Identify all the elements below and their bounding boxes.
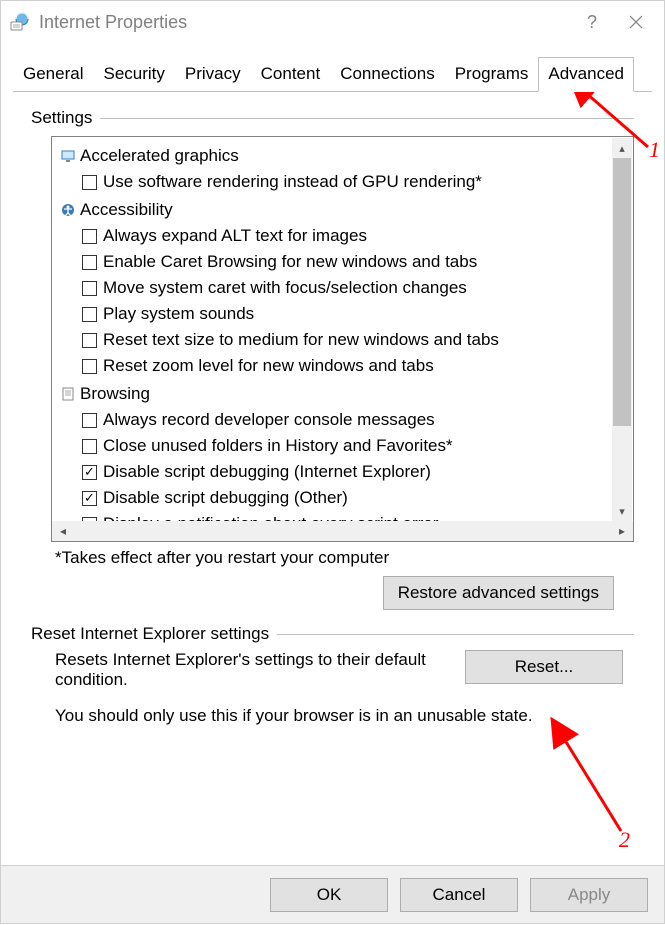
settings-item-label: Always expand ALT text for images	[103, 226, 367, 246]
apply-button[interactable]: Apply	[530, 878, 648, 912]
settings-item[interactable]: Disable script debugging (Internet Explo…	[60, 459, 633, 485]
restore-advanced-button[interactable]: Restore advanced settings	[383, 576, 614, 610]
page-icon	[60, 386, 76, 402]
internet-properties-dialog: Internet Properties ? General Security P…	[0, 0, 665, 924]
settings-label: Settings	[31, 108, 100, 128]
annotation-label-1: 1	[649, 137, 660, 163]
tab-programs[interactable]: Programs	[445, 57, 539, 91]
settings-item[interactable]: Move system caret with focus/selection c…	[60, 275, 633, 301]
settings-group-header[interactable]: Accelerated graphics	[60, 143, 633, 169]
settings-group: Browsing Always record developer console …	[60, 381, 633, 521]
checkbox[interactable]	[82, 229, 97, 244]
tab-privacy[interactable]: Privacy	[175, 57, 251, 91]
monitor-icon	[60, 148, 76, 164]
settings-item-label: Move system caret with focus/selection c…	[103, 278, 467, 298]
tab-content[interactable]: Content	[251, 57, 331, 91]
checkbox[interactable]	[82, 333, 97, 348]
settings-group: Accelerated graphics Use software renderi…	[60, 143, 633, 195]
settings-item-label: Enable Caret Browsing for new windows an…	[103, 252, 477, 272]
scroll-left-icon[interactable]: ◂	[52, 524, 74, 538]
checkbox[interactable]	[82, 413, 97, 428]
horizontal-scrollbar[interactable]: ◂ ▸	[52, 521, 633, 541]
checkbox[interactable]	[82, 175, 97, 190]
checkbox[interactable]	[82, 281, 97, 296]
checkbox[interactable]	[82, 255, 97, 270]
settings-item-label: Reset zoom level for new windows and tab…	[103, 356, 434, 376]
tab-security[interactable]: Security	[93, 57, 174, 91]
reset-description: Resets Internet Explorer's settings to t…	[55, 650, 445, 690]
settings-item[interactable]: Close unused folders in History and Favo…	[60, 433, 633, 459]
tab-content-advanced: Settings Accelerated graphics Use softwar…	[13, 92, 652, 738]
settings-item[interactable]: Reset zoom level for new windows and tab…	[60, 353, 633, 379]
settings-item[interactable]: Display a notification about every scrip…	[60, 511, 633, 521]
checkbox[interactable]	[82, 465, 97, 480]
settings-item[interactable]: Play system sounds	[60, 301, 633, 327]
reset-warning: You should only use this if your browser…	[55, 706, 634, 726]
settings-item-label: Play system sounds	[103, 304, 254, 324]
settings-item[interactable]: Reset text size to medium for new window…	[60, 327, 633, 353]
scroll-right-icon[interactable]: ▸	[611, 524, 633, 538]
reset-section-label: Reset Internet Explorer settings	[31, 624, 277, 644]
tab-general[interactable]: General	[13, 57, 93, 91]
scroll-up-icon[interactable]: ▴	[612, 138, 632, 158]
settings-item-label: Reset text size to medium for new window…	[103, 330, 499, 350]
reset-button[interactable]: Reset...	[465, 650, 623, 684]
checkbox[interactable]	[82, 517, 97, 522]
close-button[interactable]	[614, 7, 658, 37]
divider	[100, 118, 634, 119]
settings-item-label: Close unused folders in History and Favo…	[103, 436, 453, 456]
help-button[interactable]: ?	[570, 7, 614, 37]
tab-advanced[interactable]: Advanced	[538, 57, 634, 92]
reset-fieldset: Reset Internet Explorer settings Resets …	[31, 624, 634, 726]
settings-group-label: Accessibility	[80, 200, 173, 220]
settings-item[interactable]: Always record developer console messages	[60, 407, 633, 433]
settings-item[interactable]: Always expand ALT text for images	[60, 223, 633, 249]
ok-button[interactable]: OK	[270, 878, 388, 912]
settings-group-header[interactable]: Accessibility	[60, 197, 633, 223]
settings-item-label: Use software rendering instead of GPU re…	[103, 172, 482, 192]
cancel-button[interactable]: Cancel	[400, 878, 518, 912]
settings-tree[interactable]: Accelerated graphics Use software renderi…	[51, 136, 634, 542]
settings-group-label: Browsing	[80, 384, 150, 404]
ie-options-icon	[9, 11, 31, 33]
settings-item-label: Disable script debugging (Other)	[103, 488, 348, 508]
tab-connections[interactable]: Connections	[330, 57, 445, 91]
dialog-button-bar: OK Cancel Apply	[1, 865, 664, 923]
divider	[277, 634, 634, 635]
settings-group: Accessibility Always expand ALT text for …	[60, 197, 633, 379]
tab-strip: General Security Privacy Content Connect…	[13, 57, 652, 92]
window-title: Internet Properties	[39, 12, 187, 33]
settings-item-label: Disable script debugging (Internet Explo…	[103, 462, 431, 482]
annotation-label-2: 2	[619, 827, 630, 853]
settings-item[interactable]: Disable script debugging (Other)	[60, 485, 633, 511]
restart-note: *Takes effect after you restart your com…	[55, 548, 634, 568]
settings-item-label: Always record developer console messages	[103, 410, 435, 430]
settings-item-label: Display a notification about every scrip…	[103, 514, 438, 521]
settings-item[interactable]: Enable Caret Browsing for new windows an…	[60, 249, 633, 275]
settings-group-label: Accelerated graphics	[80, 146, 239, 166]
checkbox[interactable]	[82, 491, 97, 506]
scroll-down-icon[interactable]: ▾	[612, 501, 632, 521]
accessibility-icon	[60, 202, 76, 218]
settings-group-header[interactable]: Browsing	[60, 381, 633, 407]
settings-fieldset: Settings Accelerated graphics Use softwar…	[31, 108, 634, 610]
titlebar: Internet Properties ?	[1, 1, 664, 43]
vertical-scrollbar[interactable]: ▴ ▾	[612, 138, 632, 521]
checkbox[interactable]	[82, 359, 97, 374]
scroll-thumb[interactable]	[613, 158, 631, 426]
settings-item[interactable]: Use software rendering instead of GPU re…	[60, 169, 633, 195]
checkbox[interactable]	[82, 439, 97, 454]
checkbox[interactable]	[82, 307, 97, 322]
